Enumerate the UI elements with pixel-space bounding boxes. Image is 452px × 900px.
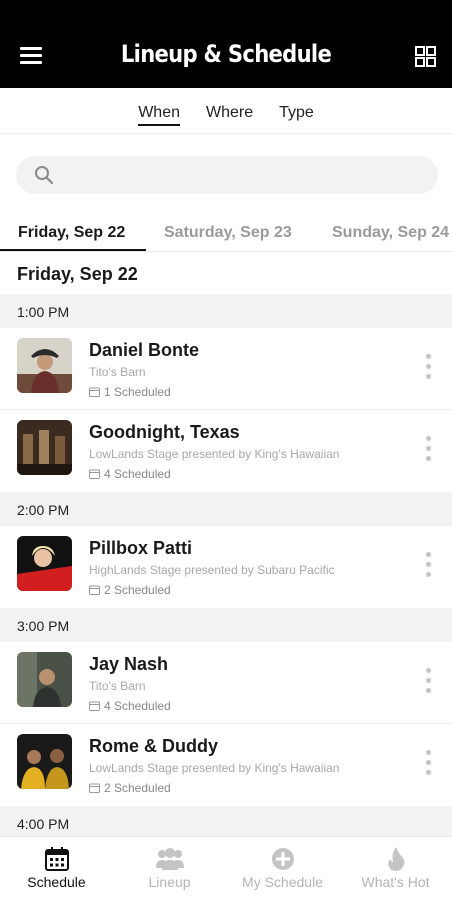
tab-saturday[interactable]: Saturday, Sep 23 — [164, 224, 292, 242]
time-header: 3:00 PM — [0, 608, 452, 642]
calendar-small-icon — [89, 701, 100, 711]
venue-name: Tito's Barn — [89, 365, 146, 379]
app-header: Lineup & Schedule — [0, 0, 452, 88]
calendar-small-icon — [89, 469, 100, 479]
more-options-icon[interactable] — [426, 750, 432, 778]
page-title: Lineup & Schedule — [120, 40, 332, 68]
artist-name: Pillbox Patti — [89, 538, 193, 558]
grid-view-icon[interactable] — [415, 46, 436, 67]
nav-my-schedule[interactable]: My Schedule — [226, 837, 339, 900]
list-item[interactable]: Rome & Duddy LowLands Stage presented by… — [0, 724, 452, 806]
venue-name: HighLands Stage presented by Subaru Paci… — [89, 563, 335, 577]
time-header: 1:00 PM — [0, 294, 452, 328]
scheduled-count: 2 Scheduled — [89, 583, 171, 597]
artist-name: Goodnight, Texas — [89, 422, 240, 442]
list-item[interactable]: Daniel Bonte Tito's Barn 1 Scheduled — [0, 328, 452, 410]
list-item[interactable]: Jay Nash Tito's Barn 4 Scheduled — [0, 642, 452, 724]
calendar-small-icon — [89, 387, 100, 397]
more-options-icon[interactable] — [426, 354, 432, 382]
scheduled-count: 2 Scheduled — [89, 781, 171, 795]
scheduled-count: 1 Scheduled — [89, 385, 171, 399]
tab-friday[interactable]: Friday, Sep 22 — [18, 224, 125, 242]
more-options-icon[interactable] — [426, 552, 432, 580]
plus-circle-icon — [271, 848, 294, 870]
calendar-icon — [44, 847, 69, 871]
time-header: 2:00 PM — [0, 492, 452, 526]
filter-tabs: When Where Type — [0, 90, 452, 134]
artist-photo — [17, 420, 72, 475]
schedule-list[interactable]: 1:00 PM Daniel Bonte Tito's Barn 1 Sched… — [0, 294, 452, 840]
nav-schedule[interactable]: Schedule — [0, 837, 113, 900]
scheduled-count: 4 Scheduled — [89, 467, 171, 481]
bottom-navigation: Schedule Lineup My Schedule What's Hot — [0, 836, 452, 900]
artist-photo — [17, 734, 72, 789]
nav-lineup-label: Lineup — [148, 874, 191, 890]
venue-name: LowLands Stage presented by King's Hawai… — [89, 761, 340, 775]
nav-my-schedule-label: My Schedule — [242, 874, 323, 890]
day-tab-indicator — [0, 249, 146, 251]
artist-photo — [17, 338, 72, 393]
scheduled-count: 4 Scheduled — [89, 699, 171, 713]
nav-whats-hot-label: What's Hot — [361, 874, 430, 890]
people-group-icon — [155, 848, 184, 870]
artist-photo — [17, 536, 72, 591]
date-heading: Friday, Sep 22 — [17, 264, 138, 284]
calendar-small-icon — [89, 585, 100, 595]
artist-name: Jay Nash — [89, 654, 169, 674]
more-options-icon[interactable] — [426, 436, 432, 464]
nav-whats-hot[interactable]: What's Hot — [339, 837, 452, 900]
nav-schedule-label: Schedule — [27, 874, 86, 890]
flame-icon — [387, 847, 404, 871]
venue-name: LowLands Stage presented by King's Hawai… — [89, 447, 340, 461]
tab-where[interactable]: Where — [206, 90, 253, 134]
list-item[interactable]: Goodnight, Texas LowLands Stage presente… — [0, 410, 452, 492]
calendar-small-icon — [89, 783, 100, 793]
day-tabs: Friday, Sep 22 Saturday, Sep 23 Sunday, … — [0, 216, 452, 252]
list-item[interactable]: Pillbox Patti HighLands Stage presented … — [0, 526, 452, 608]
search-icon — [35, 166, 54, 185]
tab-sunday[interactable]: Sunday, Sep 24 — [332, 224, 449, 242]
time-header: 4:00 PM — [0, 806, 452, 840]
artist-photo — [17, 652, 72, 707]
nav-lineup[interactable]: Lineup — [113, 837, 226, 900]
more-options-icon[interactable] — [426, 668, 432, 696]
search-bar[interactable] — [16, 156, 438, 194]
tab-type[interactable]: Type — [279, 90, 314, 134]
artist-name: Rome & Duddy — [89, 736, 219, 756]
search-input[interactable] — [66, 156, 426, 194]
tab-when[interactable]: When — [138, 90, 180, 134]
venue-name: Tito's Barn — [89, 679, 146, 693]
artist-name: Daniel Bonte — [89, 340, 200, 360]
